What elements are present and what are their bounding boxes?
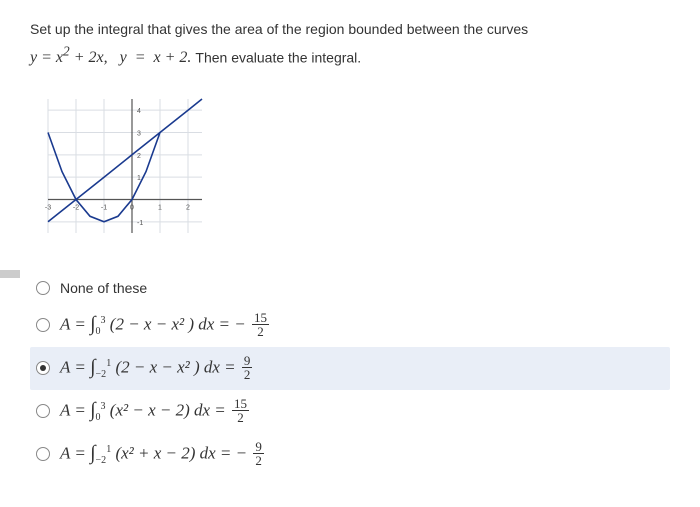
option-opt-d[interactable]: A = ∫−21 (x² + x − 2) dx = − 92 (30, 433, 670, 476)
option-label: A = ∫−21 (x² + x − 2) dx = − 92 (60, 441, 266, 468)
svg-text:3: 3 (137, 130, 141, 137)
svg-text:2: 2 (137, 153, 141, 160)
svg-text:-3: -3 (45, 204, 51, 211)
graph-plot: -3-2-1012-11234 (30, 81, 670, 254)
option-none[interactable]: None of these (30, 272, 670, 304)
radio-opt-b[interactable] (36, 361, 50, 375)
question-prompt: Set up the integral that gives the area … (30, 20, 670, 40)
option-label: A = ∫−21 (2 − x − x² ) dx = 92 (60, 355, 254, 382)
options-group: None of these A = ∫03 (2 − x − x² ) dx = … (30, 272, 670, 476)
margin-marker (0, 270, 20, 278)
svg-text:0: 0 (130, 204, 134, 211)
option-label: None of these (60, 280, 147, 296)
svg-text:4: 4 (137, 108, 141, 115)
svg-text:-1: -1 (101, 204, 107, 211)
radio-none[interactable] (36, 281, 50, 295)
svg-text:1: 1 (158, 204, 162, 211)
option-opt-a[interactable]: A = ∫03 (2 − x − x² ) dx = − 152 (30, 304, 670, 347)
option-label: A = ∫03 (2 − x − x² ) dx = − 152 (60, 312, 271, 339)
question-equation: y = x2 + 2x, y = x + 2. Then evaluate th… (30, 44, 670, 67)
option-opt-c[interactable]: A = ∫03 (x² − x − 2) dx = 152 (30, 390, 670, 433)
graph-svg: -3-2-1012-11234 (30, 81, 220, 251)
svg-text:-2: -2 (73, 204, 79, 211)
svg-text:-1: -1 (137, 220, 143, 227)
radio-opt-d[interactable] (36, 447, 50, 461)
svg-text:2: 2 (186, 204, 190, 211)
option-label: A = ∫03 (x² − x − 2) dx = 152 (60, 398, 251, 425)
option-opt-b[interactable]: A = ∫−21 (2 − x − x² ) dx = 92 (30, 347, 670, 390)
radio-opt-a[interactable] (36, 318, 50, 332)
radio-opt-c[interactable] (36, 404, 50, 418)
